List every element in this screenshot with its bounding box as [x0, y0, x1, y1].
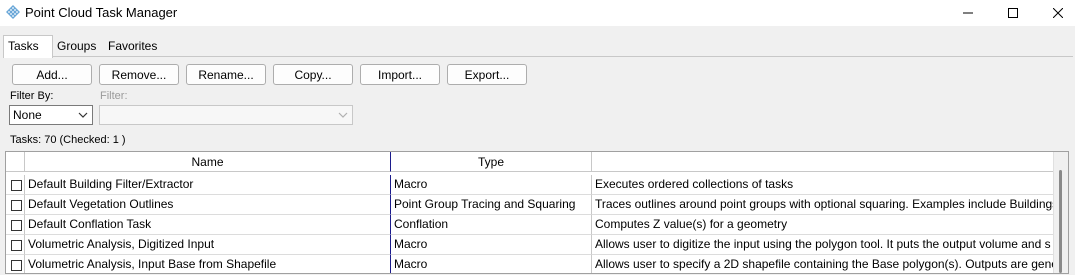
task-type: Macro	[391, 255, 592, 273]
rename-button[interactable]: Rename...	[186, 64, 266, 85]
close-icon	[1053, 8, 1063, 18]
export-button[interactable]: Export...	[447, 64, 527, 85]
maximize-button[interactable]	[990, 0, 1036, 26]
vertical-scrollbar[interactable]	[1053, 152, 1068, 273]
import-button[interactable]: Import...	[360, 64, 440, 85]
close-button[interactable]	[1035, 0, 1075, 26]
filter-select[interactable]	[99, 105, 353, 125]
filter-by-value: None	[13, 108, 42, 122]
row-checkbox[interactable]	[11, 240, 22, 251]
copy-button[interactable]: Copy...	[273, 64, 353, 85]
scrollbar-thumb[interactable]	[1059, 170, 1062, 273]
task-type: Conflation	[391, 215, 592, 235]
task-type: Macro	[391, 175, 592, 195]
filter-label: Filter:	[100, 90, 128, 102]
task-description: Allows user to specify a 2D shapefile co…	[592, 255, 1056, 273]
row-checkbox[interactable]	[11, 220, 22, 231]
row-checkbox[interactable]	[11, 200, 22, 211]
title-bar: Point Cloud Task Manager	[0, 0, 1075, 26]
table-row[interactable]: Default Conflation Task Conflation Compu…	[6, 215, 1056, 235]
task-name: Volumetric Analysis, Input Base from Sha…	[25, 255, 391, 273]
row-checkbox[interactable]	[11, 180, 22, 191]
task-description: Allows user to digitize the input using …	[592, 235, 1056, 255]
column-header-type[interactable]: Type	[391, 152, 592, 172]
tab-favorites[interactable]: Favorites	[104, 37, 161, 55]
task-table: Name Type Default Building Filter/Extrac…	[5, 151, 1069, 274]
task-description: Computes Z value(s) for a geometry	[592, 215, 1056, 235]
filter-by-select[interactable]: None	[9, 105, 93, 125]
task-name: Default Vegetation Outlines	[25, 195, 391, 215]
task-description: Executes ordered collections of tasks	[592, 175, 1056, 195]
table-row[interactable]: Default Building Filter/Extractor Macro …	[6, 175, 1056, 195]
tab-tasks[interactable]: Tasks	[3, 35, 53, 58]
tab-groups[interactable]: Groups	[53, 37, 100, 55]
window-title: Point Cloud Task Manager	[25, 5, 178, 20]
filter-by-label: Filter By:	[10, 90, 54, 102]
task-name: Default Conflation Task	[25, 215, 391, 235]
table-row[interactable]: Volumetric Analysis, Digitized Input Mac…	[6, 235, 1056, 255]
minimize-button[interactable]	[945, 0, 991, 26]
minimize-icon	[963, 12, 973, 14]
task-name: Volumetric Analysis, Digitized Input	[25, 235, 391, 255]
add-button[interactable]: Add...	[12, 64, 92, 85]
point-cloud-icon	[6, 5, 20, 19]
table-row[interactable]: Default Vegetation Outlines Point Group …	[6, 195, 1056, 215]
task-type: Macro	[391, 235, 592, 255]
row-checkbox[interactable]	[11, 260, 22, 271]
remove-button[interactable]: Remove...	[99, 64, 179, 85]
maximize-icon	[1008, 8, 1018, 18]
task-type: Point Group Tracing and Squaring	[391, 195, 592, 215]
table-row[interactable]: Volumetric Analysis, Input Base from Sha…	[6, 255, 1056, 273]
column-header-name[interactable]: Name	[25, 152, 391, 172]
chevron-down-icon	[78, 112, 88, 118]
tasks-count: Tasks: 70 (Checked: 1 )	[10, 134, 126, 146]
task-description: Traces outlines around point groups with…	[592, 195, 1056, 215]
task-name: Default Building Filter/Extractor	[25, 175, 391, 195]
chevron-down-icon	[338, 112, 348, 118]
column-header-description[interactable]	[592, 152, 1056, 172]
column-header-check	[6, 152, 25, 172]
